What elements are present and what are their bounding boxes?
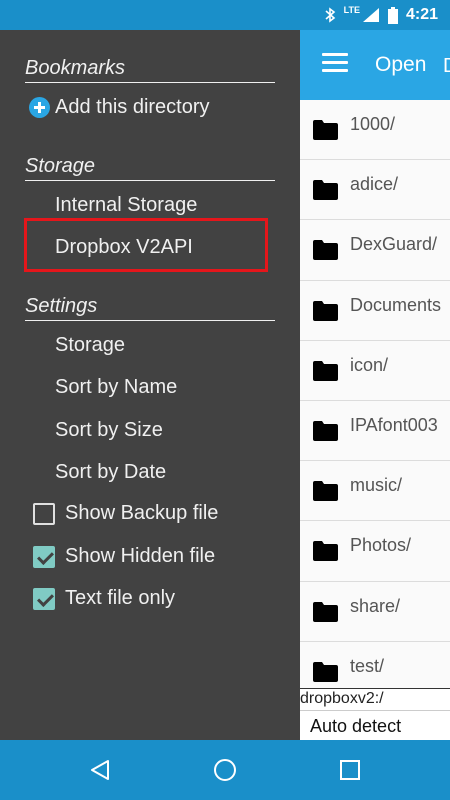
folder-icon xyxy=(313,420,338,441)
app-toolbar: Open D xyxy=(300,30,450,100)
file-name: music/ xyxy=(350,475,403,496)
file-name: share/ xyxy=(350,595,401,616)
back-button[interactable] xyxy=(70,740,130,800)
navigation-drawer: Bookmarks Add this directory Storage Int… xyxy=(0,30,300,740)
file-name: Photos/ xyxy=(350,535,412,556)
folder-icon xyxy=(313,240,338,261)
checkbox-label: Show Hidden file xyxy=(65,545,216,567)
settings-item-sort-date[interactable]: Sort by Date xyxy=(55,461,166,484)
add-directory-button[interactable]: Add this directory xyxy=(55,96,210,119)
current-path: dropboxv2:/ xyxy=(300,688,450,710)
file-name: Documents xyxy=(350,294,442,315)
folder-icon xyxy=(313,661,338,682)
folder-icon xyxy=(313,120,338,140)
settings-item-sort-name[interactable]: Sort by Name xyxy=(55,376,177,399)
settings-header: Settings xyxy=(25,295,275,321)
file-row[interactable]: Documents xyxy=(300,281,450,341)
checkbox-label: Text file only xyxy=(65,587,176,609)
file-row[interactable]: 1000/ xyxy=(300,100,450,161)
folder-icon xyxy=(313,180,338,201)
file-row[interactable]: icon/ xyxy=(300,341,450,401)
storage-item-internal[interactable]: Internal Storage xyxy=(55,194,197,217)
folder-icon xyxy=(313,601,338,622)
recents-icon xyxy=(340,760,360,780)
file-name: icon/ xyxy=(350,354,389,375)
file-name: DexGuard/ xyxy=(350,234,438,255)
battery-icon xyxy=(387,6,398,24)
folder-icon xyxy=(313,481,338,502)
status-bar: LTE 4:21 xyxy=(0,0,450,30)
file-row[interactable]: share/ xyxy=(300,582,450,642)
signal-icon xyxy=(362,8,379,22)
back-icon xyxy=(91,760,109,780)
bookmarks-header: Bookmarks xyxy=(25,57,275,83)
toolbar-overflow-text: D xyxy=(443,55,450,78)
file-row[interactable]: adice/ xyxy=(300,160,450,221)
storage-header: Storage xyxy=(25,155,275,181)
settings-item-storage[interactable]: Storage xyxy=(55,334,125,357)
hamburger-menu-icon[interactable] xyxy=(322,53,348,75)
checkbox[interactable] xyxy=(33,545,55,568)
file-row[interactable]: DexGuard/ xyxy=(300,220,450,281)
bluetooth-icon xyxy=(325,7,335,23)
file-name: IPAfont003 xyxy=(350,414,438,435)
file-name: test/ xyxy=(350,655,385,676)
show-hidden-toggle[interactable]: Show Hidden file xyxy=(33,545,215,568)
folder-icon xyxy=(313,360,338,381)
text-only-toggle[interactable]: Text file only xyxy=(33,587,175,610)
show-backup-toggle[interactable]: Show Backup file xyxy=(33,502,218,525)
file-name: 1000/ xyxy=(350,114,396,134)
toolbar-title: Open xyxy=(375,53,427,76)
folder-icon xyxy=(313,300,338,321)
checkbox-label: Show Backup file xyxy=(65,502,219,524)
file-row[interactable]: Photos/ xyxy=(300,521,450,582)
add-icon xyxy=(29,97,50,118)
checkbox[interactable] xyxy=(33,502,55,525)
highlight-box xyxy=(24,218,268,272)
file-row[interactable]: IPAfont003 xyxy=(300,401,450,462)
file-name: adice/ xyxy=(350,174,399,195)
settings-item-sort-size[interactable]: Sort by Size xyxy=(55,419,163,442)
recents-button[interactable] xyxy=(320,740,380,800)
clock: 4:21 xyxy=(405,6,438,23)
file-row[interactable]: test/ xyxy=(300,642,450,688)
encoding-selector[interactable]: Auto detect xyxy=(300,710,450,740)
file-row[interactable]: music/ xyxy=(300,461,450,522)
home-icon xyxy=(214,759,236,781)
network-type: LTE xyxy=(343,5,360,15)
folder-icon xyxy=(313,541,338,562)
checkbox[interactable] xyxy=(33,587,55,610)
system-nav-bar xyxy=(0,740,450,800)
home-button[interactable] xyxy=(195,740,255,800)
file-list: 1000/ adice/ DexGuard/ Documents icon/ I… xyxy=(300,100,450,688)
